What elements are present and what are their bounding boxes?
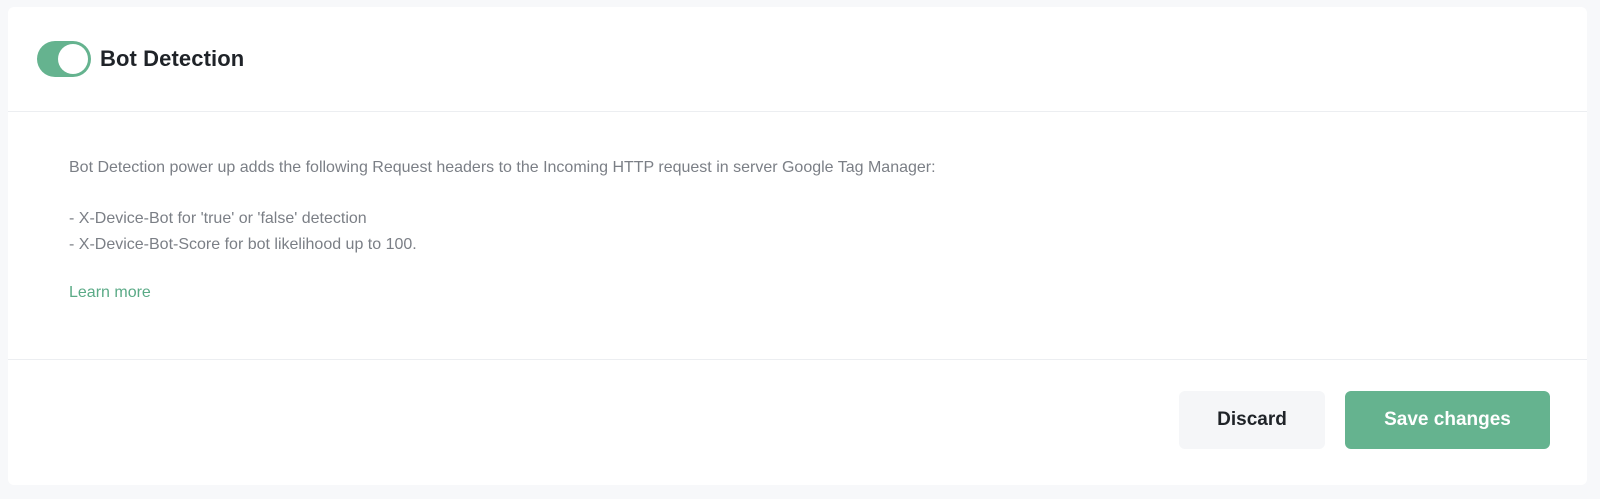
card-footer: Discard Save changes <box>8 360 1587 485</box>
discard-button[interactable]: Discard <box>1179 391 1325 449</box>
toggle-knob <box>58 44 88 74</box>
learn-more-link[interactable]: Learn more <box>69 284 151 302</box>
power-up-card: Bot Detection Bot Detection power up add… <box>8 7 1587 485</box>
list-item: - X-Device-Bot-Score for bot likelihood … <box>69 236 417 253</box>
header-list: - X-Device-Bot for 'true' or 'false' det… <box>69 206 1587 258</box>
list-item: - X-Device-Bot for 'true' or 'false' det… <box>69 210 367 227</box>
description-text: Bot Detection power up adds the followin… <box>69 159 936 176</box>
card-header: Bot Detection <box>8 7 1587 112</box>
bot-detection-toggle[interactable] <box>37 41 91 77</box>
card-body: Bot Detection power up adds the followin… <box>8 112 1587 360</box>
card-title: Bot Detection <box>100 46 245 71</box>
save-changes-button[interactable]: Save changes <box>1345 391 1550 449</box>
